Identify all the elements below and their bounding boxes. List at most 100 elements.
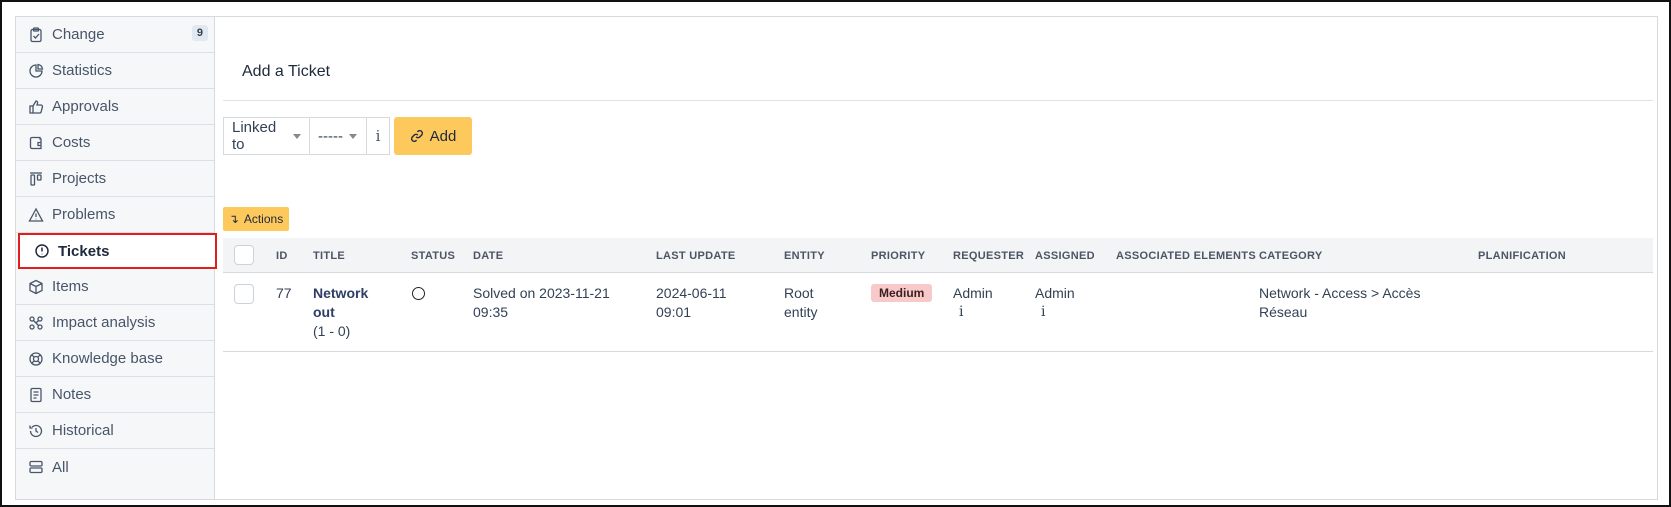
status-cell [412,287,425,300]
entity-cell: Root entity [784,284,817,322]
last-update-line: 2024-06-11 [656,285,727,301]
info-icon[interactable]: i [367,117,390,155]
ticket-title-link[interactable]: Network out [313,284,368,322]
sidebar-item-label: Change [52,26,105,43]
select-all-checkbox[interactable] [234,245,254,265]
date-line: 09:35 [473,304,509,320]
history-icon [28,423,44,439]
sidebar-item-label: Impact analysis [52,314,156,331]
package-icon [28,279,44,295]
add-button[interactable]: Add [394,117,472,155]
row-checkbox[interactable] [234,284,254,304]
column-header-associated-elements[interactable]: ASSOCIATED ELEMENTS [1116,250,1256,262]
sidebar-item-label: Approvals [52,98,119,115]
sidebar-item-tickets[interactable]: Tickets [18,233,217,269]
ticket-id: 77 [276,285,292,301]
assigned-name[interactable]: Admin [1035,284,1075,303]
sidebar-item-label: Problems [52,206,116,223]
column-header-category[interactable]: CATEGORY [1259,250,1323,262]
sidebar-item-label: Historical [52,422,114,439]
ticket-select-value: ----- [318,127,343,145]
sidebar-item-label: Statistics [52,62,113,79]
column-header-date[interactable]: DATE [473,250,503,262]
lifebuoy-icon [28,351,44,367]
sidebar-item-historical[interactable]: Historical [16,413,214,449]
category-line: Network - Access > Accès [1259,285,1421,301]
table-row: 77 Network out (1 - 0) Solved on 2023-11… [223,273,1653,352]
sidebar-item-label: Tickets [58,242,110,260]
priority-badge: Medium [871,284,933,302]
content-frame: Change 9 Statistics Approvals Costs Proj… [15,16,1658,500]
link-type-select[interactable]: Linked to [223,117,310,155]
chevron-down-icon [293,133,301,139]
ticket-counter: (1 - 0) [313,323,351,339]
sidebar-item-approvals[interactable]: Approvals [16,89,214,125]
sidebar-item-impact-analysis[interactable]: Impact analysis [16,305,214,341]
requester-cell: Admin i [953,284,993,322]
stack-icon [28,459,44,475]
sidebar-item-costs[interactable]: Costs [16,125,214,161]
column-header-priority[interactable]: PRIORITY [871,250,925,262]
sidebar-item-label: Costs [52,134,91,151]
share-nodes-icon [28,315,44,331]
columns-icon [28,171,44,187]
sidebar: Change 9 Statistics Approvals Costs Proj… [16,17,217,499]
chevron-down-icon [348,133,357,139]
column-header-entity[interactable]: ENTITY [784,250,825,262]
window-frame: Change 9 Statistics Approvals Costs Proj… [0,0,1671,507]
column-header-planification[interactable]: PLANIFICATION [1478,250,1566,262]
sidebar-item-label: All [52,458,69,476]
count-badge: 9 [191,25,208,41]
divider [223,100,1653,101]
ticket-title-cell: Network out (1 - 0) [313,284,368,341]
pie-chart-icon [28,63,44,79]
entity-line: Root [784,285,814,301]
sidebar-item-statistics[interactable]: Statistics [16,53,214,89]
sidebar-item-projects[interactable]: Projects [16,161,214,197]
sidebar-item-label: Knowledge base [52,350,163,367]
status-solved-icon [412,287,425,300]
info-icon[interactable]: i [959,303,993,322]
ticket-select[interactable]: ----- [310,117,367,155]
category-cell: Network - Access > Accès Réseau [1259,284,1420,322]
arrow-turn-icon: ↴ [228,212,239,226]
link-type-value: Linked to [232,119,277,153]
column-header-requester[interactable]: REQUESTER [953,250,1024,262]
last-update-cell: 2024-06-11 09:01 [656,284,727,322]
assigned-cell: Admin i [1035,284,1075,322]
column-header-assigned[interactable]: ASSIGNED [1035,250,1095,262]
sidebar-item-change[interactable]: Change 9 [16,17,214,53]
alert-circle-icon [34,243,50,259]
priority-cell: Medium [871,283,933,303]
column-header-last-update[interactable]: LAST UPDATE [656,250,735,262]
category-line: Réseau [1259,304,1308,320]
date-line: Solved on 2023-11-21 [473,285,610,301]
entity-line: entity [784,304,818,320]
requester-name[interactable]: Admin [953,284,993,303]
column-header-id[interactable]: ID [276,250,288,262]
clipboard-check-icon [28,26,44,43]
ticket-title-line: out [313,304,335,320]
column-header-status[interactable]: STATUS [411,250,455,262]
last-update-line: 09:01 [656,304,692,320]
sidebar-item-knowledge-base[interactable]: Knowledge base [16,341,214,377]
sidebar-item-notes[interactable]: Notes [16,377,214,413]
actions-button[interactable]: ↴ Actions [223,207,289,231]
thumbs-up-icon [28,99,44,115]
wallet-icon [28,135,44,151]
sidebar-item-problems[interactable]: Problems [16,197,214,233]
link-icon [410,130,423,142]
sidebar-item-all[interactable]: All [16,449,214,485]
actions-button-label: Actions [243,212,284,226]
column-header-title[interactable]: TITLE [313,250,345,262]
main-content: Add a Ticket Linked to ----- i Add ↴ Act… [215,17,1657,499]
add-button-label: Add [429,127,457,145]
sidebar-item-label: Items [52,278,89,295]
notes-icon [28,387,44,403]
link-toolbar: Linked to ----- i Add [223,117,472,155]
info-icon[interactable]: i [1041,303,1075,322]
date-cell: Solved on 2023-11-21 09:35 [473,284,610,322]
sidebar-item-label: Projects [52,170,107,187]
sidebar-item-items[interactable]: Items [16,269,214,305]
sidebar-item-label: Notes [52,386,92,403]
